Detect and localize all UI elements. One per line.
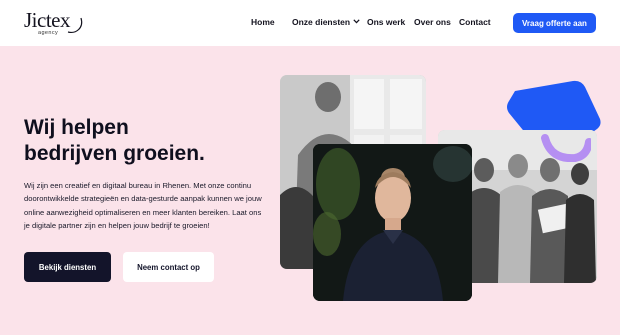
nav-diensten-label: Onze diensten (292, 17, 351, 27)
contact-button[interactable]: Neem contact op (123, 252, 214, 282)
nav-over-ons[interactable]: Over ons (414, 17, 451, 27)
portrait-photo (313, 144, 472, 301)
nav-home[interactable]: Home (251, 17, 275, 27)
decorative-purple-ring (541, 134, 591, 162)
hero-title: Wij helpen bedrijven groeien. (24, 115, 264, 167)
jictex-logo[interactable]: Jictex agency (24, 8, 86, 38)
hero-section: Wij helpen bedrijven groeien. Wij zijn e… (0, 46, 620, 335)
site-header: Jictex agency Home Onze diensten Ons wer… (0, 0, 620, 46)
hero-title-line-2: bedrijven groeien. (24, 142, 205, 165)
view-services-button[interactable]: Bekijk diensten (24, 252, 111, 282)
hero-description: Wij zijn een creatief en digitaal bureau… (24, 181, 262, 231)
logo-tagline: agency (38, 30, 59, 36)
chevron-down-icon (353, 19, 360, 24)
hero-title-line-1: Wij helpen (24, 116, 129, 139)
nav-contact[interactable]: Contact (459, 17, 491, 27)
nav-diensten[interactable]: Onze diensten (292, 17, 360, 27)
nav-ons-werk[interactable]: Ons werk (367, 17, 405, 27)
request-quote-button[interactable]: Vraag offerte aan (513, 13, 596, 33)
